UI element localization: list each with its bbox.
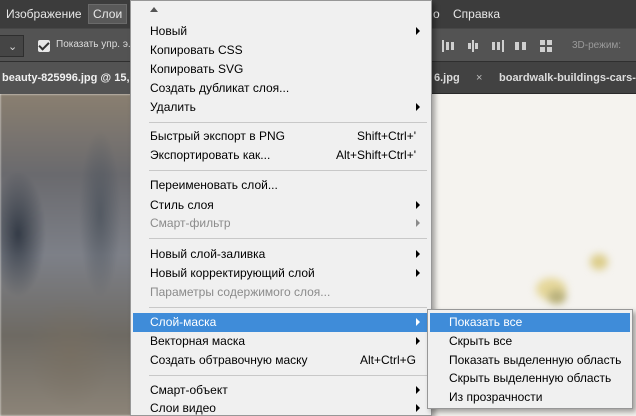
menu-separator [149, 307, 427, 308]
submenu-arrow-icon [416, 269, 420, 277]
align-center-icon[interactable] [466, 40, 480, 52]
tab-second-document[interactable]: 6.jpg [432, 62, 472, 94]
show-transform-controls-checkbox[interactable] [38, 40, 50, 52]
distribute-icon[interactable] [514, 40, 528, 52]
align-right-icon[interactable] [490, 40, 504, 52]
scroll-up-arrow-icon[interactable] [150, 7, 158, 12]
submenu-arrow-icon [416, 27, 420, 35]
menubar-item-image[interactable]: Изображение [2, 4, 86, 24]
menu-separator [149, 170, 427, 171]
menu-item-smart-filter: Смарт-фильтр [133, 214, 429, 233]
submenu-item-hide-selection[interactable]: Скрыть выделенную область [430, 369, 630, 388]
show-transform-controls-label: Показать упр. э. [56, 39, 131, 50]
submenu-item-reveal-all[interactable]: Показать все [430, 313, 630, 332]
submenu-arrow-icon [416, 337, 420, 345]
tab-label: boardwalk-buildings-cars-S [499, 72, 636, 84]
layer-mask-submenu: Показать все Скрыть все Показать выделен… [427, 309, 633, 409]
tab-label: 6.jpg [434, 72, 460, 84]
menu-item-new-adjustment-layer[interactable]: Новый корректирующий слой [133, 264, 429, 283]
menu-separator [149, 122, 427, 123]
menu-item-layer-content-options: Параметры содержимого слоя... [150, 285, 331, 299]
tab-boardwalk-document[interactable]: boardwalk-buildings-cars-S [497, 62, 636, 94]
close-icon[interactable]: × [476, 62, 482, 94]
yellow-flower-blob [590, 254, 608, 270]
menu-item-layer-mask[interactable]: Слой-маска [133, 313, 429, 332]
align-left-icon[interactable] [442, 40, 456, 52]
menu-item-rename-layer[interactable]: Переименовать слой... [133, 176, 429, 195]
submenu-arrow-icon [416, 404, 420, 412]
menu-item-new-fill-layer[interactable]: Новый слой-заливка [133, 245, 429, 264]
submenu-arrow-icon [416, 250, 420, 258]
menu-item-quick-export-png[interactable]: Быстрый экспорт в PNG Shift+Ctrl+' [133, 127, 429, 146]
chevron-down-icon: ⌄ [8, 41, 18, 53]
shortcut-label: Alt+Shift+Ctrl+' [336, 148, 416, 162]
submenu-arrow-icon [416, 386, 420, 394]
menu-item-copy-css[interactable]: Копировать CSS [133, 41, 429, 60]
menu-separator [149, 238, 427, 239]
submenu-item-from-transparency[interactable]: Из прозрачности [430, 388, 630, 407]
submenu-item-reveal-selection[interactable]: Показать выделенную область [430, 351, 630, 370]
layers-menu: Новый Копировать CSS Копировать SVG Созд… [130, 0, 432, 416]
menu-item-video-layers[interactable]: Слои видео [133, 399, 429, 416]
auto-align-icon[interactable] [540, 40, 554, 52]
submenu-arrow-icon [416, 219, 420, 227]
shortcut-label: Alt+Ctrl+G [359, 353, 416, 367]
menu-item-copy-svg[interactable]: Копировать SVG [133, 60, 429, 79]
tool-preset-dropdown[interactable]: ⌄ [0, 35, 24, 57]
menu-item-smart-object[interactable]: Смарт-объект [133, 381, 429, 400]
menu-item-delete[interactable]: Удалить [133, 98, 429, 117]
menu-item-export-as[interactable]: Экспортировать как... Alt+Shift+Ctrl+' [133, 146, 429, 165]
menu-separator [149, 375, 427, 376]
submenu-arrow-icon [416, 201, 420, 209]
menu-item-duplicate-layer[interactable]: Создать дубликат слоя... [133, 79, 429, 98]
yellow-flower-blob [548, 290, 566, 304]
submenu-item-hide-all[interactable]: Скрыть все [430, 332, 630, 351]
photo-image [0, 94, 140, 416]
submenu-arrow-icon [416, 318, 420, 326]
menu-item-new[interactable]: Новый [133, 22, 429, 41]
3d-mode-label: 3D-режим: [572, 40, 622, 51]
menu-item-create-clipping-mask[interactable]: Создать обтравочную маску Alt+Ctrl+G [133, 351, 429, 370]
tab-beauty-jpg[interactable]: beauty-825996.jpg @ 15,6 [0, 62, 130, 94]
shortcut-label: Shift+Ctrl+' [357, 129, 416, 143]
menubar-item-help[interactable]: Справка [449, 4, 504, 24]
menubar-item-layers[interactable]: Слои [88, 4, 128, 24]
submenu-arrow-icon [416, 103, 420, 111]
tab-label: beauty-825996.jpg @ 15,6 [2, 72, 130, 84]
menu-item-vector-mask[interactable]: Векторная маска [133, 332, 429, 351]
menu-item-layer-style[interactable]: Стиль слоя [133, 196, 429, 215]
